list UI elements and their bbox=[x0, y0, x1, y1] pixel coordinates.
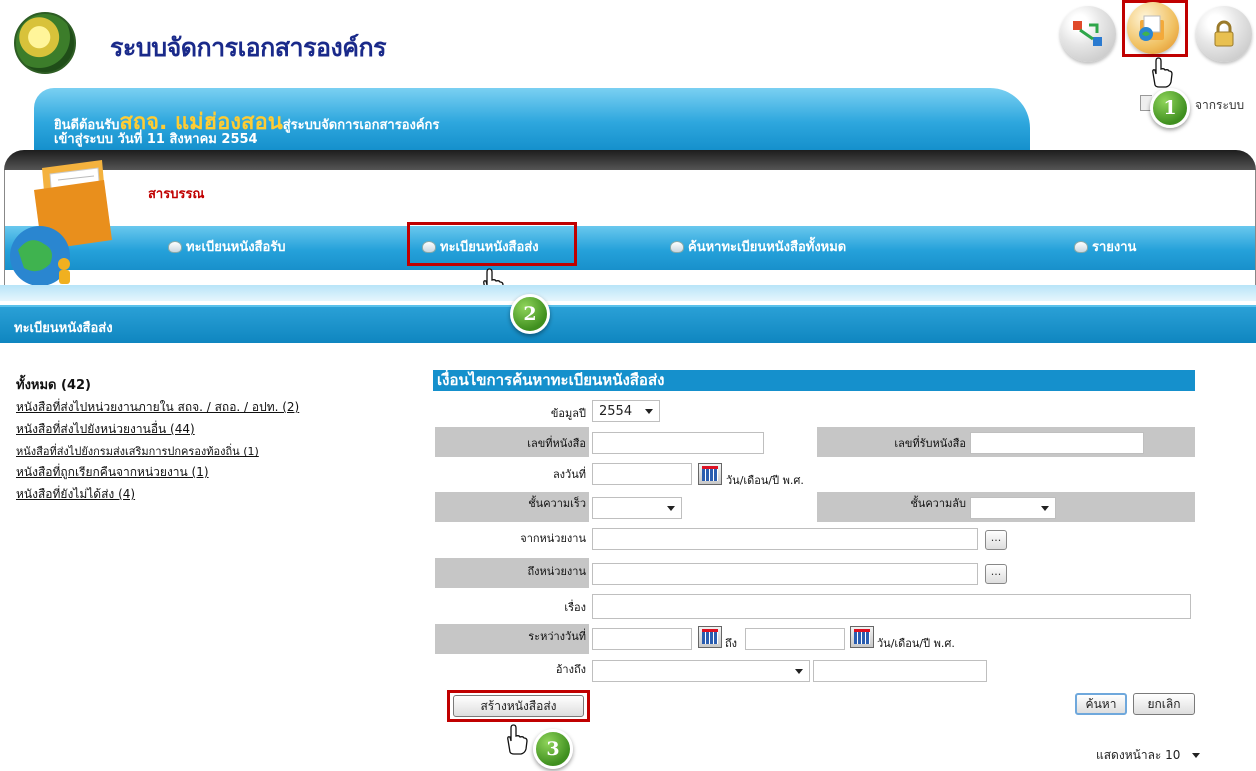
calendar-icon[interactable] bbox=[698, 463, 722, 485]
to-agency-label: ถึงหน่วยงาน bbox=[527, 565, 587, 578]
date-format-hint: วัน/เดือน/ปี พ.ศ. bbox=[726, 474, 804, 487]
menu-item-reports[interactable]: รายงาน bbox=[1074, 236, 1136, 257]
chevron-down-icon bbox=[1192, 752, 1200, 758]
summary-link-recalled[interactable]: หนังสือที่ถูกเรียกคืนจากหน่วยงาน (1) bbox=[16, 463, 209, 482]
step-badge-1: 1 bbox=[1150, 88, 1190, 128]
lock-icon[interactable] bbox=[1196, 6, 1252, 62]
year-select[interactable]: 2554 bbox=[592, 400, 660, 422]
menu-bottom-stripe bbox=[0, 285, 1256, 301]
chevron-down-icon bbox=[795, 668, 803, 674]
reference-label: อ้างถึง bbox=[555, 663, 586, 676]
step-badge-2: 2 bbox=[510, 294, 550, 334]
reference-input[interactable] bbox=[813, 660, 987, 682]
section-label: สารบรรณ bbox=[148, 187, 205, 202]
chevron-down-icon bbox=[645, 408, 653, 414]
workflow-icon[interactable] bbox=[1060, 6, 1116, 62]
menu-bullet-icon bbox=[1074, 240, 1088, 253]
secrecy-select[interactable] bbox=[970, 497, 1056, 519]
from-agency-input[interactable] bbox=[592, 528, 978, 550]
rows-per-page-value: แสดงหน้าละ 10 bbox=[1096, 747, 1181, 762]
subject-label: เรื่อง bbox=[564, 601, 586, 614]
cancel-button[interactable]: ยกเลิก bbox=[1133, 693, 1195, 715]
date-range-format-hint: วัน/เดือน/ปี พ.ศ. bbox=[877, 637, 955, 650]
date-to-input[interactable] bbox=[745, 628, 845, 650]
hand-pointer-icon bbox=[1152, 57, 1173, 88]
from-agency-browse-button[interactable]: ... bbox=[985, 530, 1007, 550]
from-agency-label: จากหน่วยงาน bbox=[520, 532, 586, 545]
menu-top-band bbox=[4, 150, 1256, 172]
year-label: ข้อมูลปี bbox=[550, 407, 586, 420]
subject-input[interactable] bbox=[592, 594, 1191, 619]
document-folder-icon[interactable] bbox=[1127, 2, 1179, 54]
menu-item-search-all[interactable]: ค้นหาทะเบียนหนังสือทั้งหมด bbox=[670, 236, 846, 257]
date-label: ลงวันที่ bbox=[552, 468, 586, 481]
organization-logo bbox=[14, 12, 76, 74]
summary-link-department[interactable]: หนังสือที่ส่งไปยังกรมส่งเสริมการปกครองท้… bbox=[16, 442, 259, 460]
calendar-icon[interactable] bbox=[850, 626, 874, 648]
rows-per-page-select[interactable]: แสดงหน้าละ 10 bbox=[1092, 744, 1204, 766]
secrecy-label: ชั้นความลับ bbox=[910, 497, 966, 510]
app-title: ระบบจัดการเอกสารองค์กร bbox=[110, 33, 387, 62]
date-input[interactable] bbox=[592, 463, 692, 485]
menu-bullet-icon bbox=[670, 240, 684, 253]
summary-link-other-agency[interactable]: หนังสือที่ส่งไปยังหน่วยงานอื่น (44) bbox=[16, 420, 195, 439]
recv-number-input[interactable] bbox=[970, 432, 1144, 454]
search-button[interactable]: ค้นหา bbox=[1075, 693, 1127, 715]
menu-bullet-icon bbox=[422, 240, 436, 253]
step-badge-3: 3 bbox=[533, 729, 573, 769]
to-agency-input[interactable] bbox=[592, 563, 978, 585]
summary-link-unsent[interactable]: หนังสือที่ยังไม่ได้ส่ง (4) bbox=[16, 485, 135, 504]
logout-link[interactable]: จากระบบ bbox=[1195, 96, 1244, 115]
reference-select[interactable] bbox=[592, 660, 810, 682]
calendar-icon[interactable] bbox=[698, 626, 722, 648]
menu-item-label: รายงาน bbox=[1092, 240, 1137, 255]
menu-item-outgoing-register[interactable]: ทะเบียนหนังสือส่ง bbox=[422, 236, 539, 257]
create-outgoing-button[interactable]: สร้างหนังสือส่ง bbox=[453, 695, 584, 717]
to-agency-browse-button[interactable]: ... bbox=[985, 564, 1007, 584]
menu-item-label: ทะเบียนหนังสือรับ bbox=[186, 240, 286, 255]
hand-pointer-icon bbox=[507, 724, 528, 755]
chevron-down-icon bbox=[667, 505, 675, 511]
welcome-suffix: สู่ระบบจัดการเอกสารองค์กร bbox=[282, 118, 440, 133]
doc-number-label: เลขที่หนังสือ bbox=[527, 437, 586, 450]
year-value: 2554 bbox=[599, 403, 633, 419]
page-title-bar bbox=[0, 305, 1256, 343]
urgency-label: ชั้นความเร็ว bbox=[528, 497, 586, 510]
doc-number-input[interactable] bbox=[592, 432, 764, 454]
chevron-down-icon bbox=[1041, 505, 1049, 511]
menu-item-label: ค้นหาทะเบียนหนังสือทั้งหมด bbox=[688, 240, 847, 255]
recv-number-label: เลขที่รับหนังสือ bbox=[894, 437, 966, 450]
date-range-label: ระหว่างวันที่ bbox=[528, 630, 586, 643]
summary-link-internal[interactable]: หนังสือที่ส่งไปหน่วยงานภายใน สถจ. / สถอ.… bbox=[16, 398, 299, 417]
search-form-title: เงื่อนไขการค้นหาทะเบียนหนังสือส่ง bbox=[433, 370, 1195, 391]
menu-bullet-icon bbox=[168, 240, 182, 253]
urgency-select[interactable] bbox=[592, 497, 682, 519]
date-to-word: ถึง bbox=[725, 637, 738, 650]
date-from-input[interactable] bbox=[592, 628, 692, 650]
login-date: เข้าสู่ระบบ วันที่ 11 สิงหาคม 2554 bbox=[54, 132, 258, 147]
page-title: ทะเบียนหนังสือส่ง bbox=[14, 321, 113, 336]
menu-item-label: ทะเบียนหนังสือส่ง bbox=[440, 240, 539, 255]
folder-globe-icon bbox=[10, 160, 112, 286]
menu-item-incoming-register[interactable]: ทะเบียนหนังสือรับ bbox=[168, 236, 286, 257]
summary-total: ทั้งหมด (42) bbox=[16, 378, 91, 393]
